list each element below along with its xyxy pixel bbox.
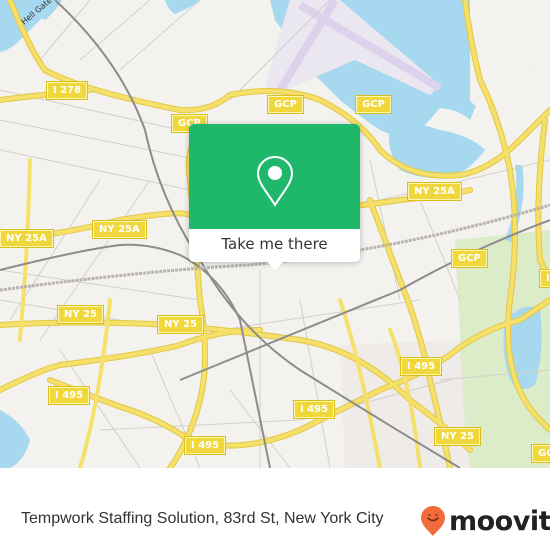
route-shield: I 495 xyxy=(47,386,91,405)
popup-pointer xyxy=(266,261,284,270)
route-shield: GCP xyxy=(267,95,304,114)
map-view[interactable]: Hell Gate I 278 GCP GCP GCP NY 25A NY 25… xyxy=(0,0,550,468)
route-shield: I 495 xyxy=(183,436,227,455)
route-shield: I 495 xyxy=(538,269,550,288)
route-shield: I 278 xyxy=(45,81,89,100)
water-bottom-left xyxy=(0,410,30,468)
route-shield: NY 25A xyxy=(407,182,462,201)
take-me-there-button[interactable]: Take me there xyxy=(189,229,360,262)
route-shield: GCP xyxy=(451,249,488,268)
route-shield: NY 25A xyxy=(92,220,147,239)
route-shield: I 495 xyxy=(292,400,336,419)
route-shield: I 495 xyxy=(399,357,443,376)
moovit-brand[interactable]: moovit xyxy=(420,503,550,539)
route-shield: GCP xyxy=(355,95,392,114)
route-shield: NY 25A xyxy=(0,229,54,248)
popup-header xyxy=(189,124,360,229)
route-shield: NY 25 xyxy=(56,305,105,324)
location-popup: Take me there xyxy=(189,124,360,270)
moovit-wordmark: moovit xyxy=(449,505,550,537)
land-college-point xyxy=(470,0,550,108)
route-shield: NY 25 xyxy=(433,427,482,446)
footer: Tempwork Staffing Solution, 83rd St, New… xyxy=(0,492,550,550)
moovit-logo-icon xyxy=(421,506,445,536)
map-pin-icon xyxy=(256,155,294,207)
route-shield: GCP xyxy=(531,444,550,463)
route-shield: NY 25 xyxy=(156,315,205,334)
place-title: Tempwork Staffing Solution, 83rd St, New… xyxy=(21,510,384,527)
water-creek-top xyxy=(165,0,200,14)
